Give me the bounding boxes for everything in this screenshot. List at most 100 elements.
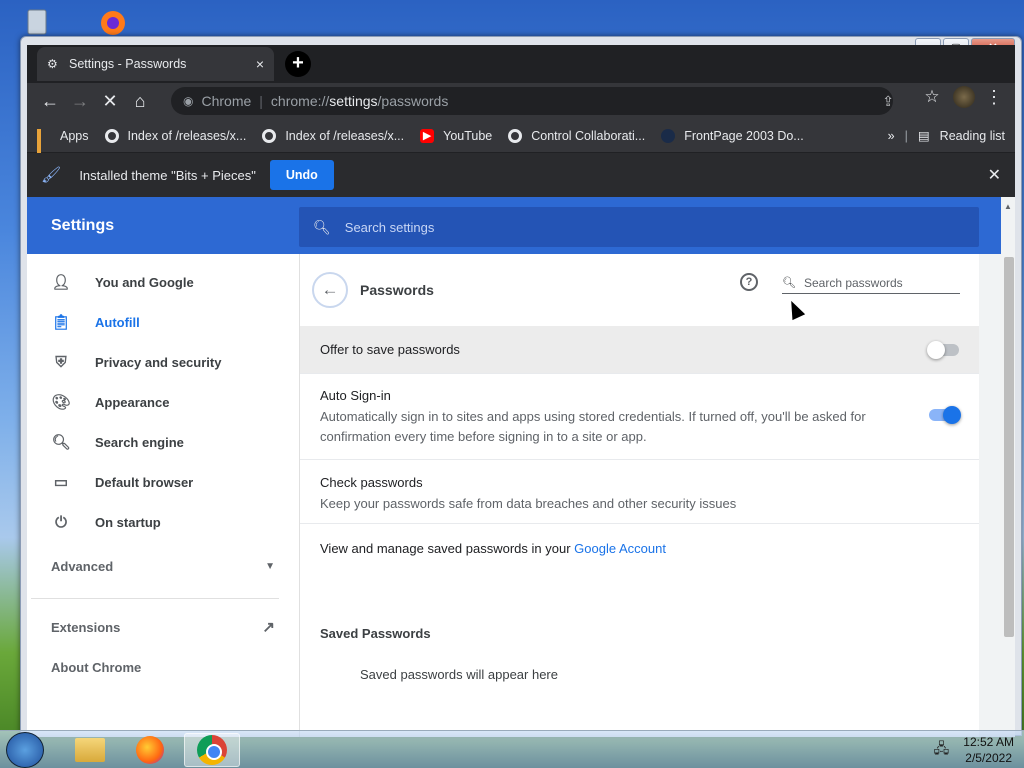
new-tab-button[interactable]: + [285, 51, 311, 77]
undo-button[interactable]: Undo [269, 160, 334, 190]
firefox-desktop-icon[interactable] [96, 6, 130, 36]
check-passwords-description: Keep your passwords safe from data breac… [320, 496, 737, 511]
sidebar-item-default-browser[interactable]: ▭ Default browser [27, 462, 299, 502]
share-icon[interactable]: ⇪ [882, 93, 894, 110]
offer-to-save-label: Offer to save passwords [320, 342, 460, 357]
sidebar-item-label: Default browser [95, 474, 194, 490]
taskbar-explorer[interactable] [62, 733, 118, 767]
profile-avatar[interactable] [953, 86, 975, 108]
taskbar: 🖧︎ 12:52 AM 2/5/2022 [0, 730, 1024, 768]
address-bar[interactable]: ◉ Chrome | chrome://settings/passwords ⇪ [171, 87, 894, 115]
sidebar-item-privacy[interactable]: ⛨ Privacy and security [27, 342, 299, 382]
clock-date: 2/5/2022 [965, 751, 1012, 765]
infobar-message: Installed theme "Bits + Pieces" [79, 167, 256, 183]
bookmark-frontpage[interactable]: FrontPage 2003 Do... [661, 128, 804, 143]
sidebar-item-you-and-google[interactable]: 👤︎ You and Google [27, 262, 299, 302]
gear-icon: ⚙ [47, 57, 58, 71]
bookmark-label: FrontPage 2003 Do... [684, 128, 804, 143]
clipboard-icon: 📋︎ [51, 314, 71, 331]
clock[interactable]: 12:52 AM 2/5/2022 [963, 734, 1014, 766]
auto-signin-row: Auto Sign-in Automatically sign in to si… [300, 374, 979, 460]
sidebar-item-autofill[interactable]: 📋︎ Autofill [27, 302, 299, 342]
manage-passwords-row: View and manage saved passwords in your … [300, 524, 979, 588]
forward-arrow-icon[interactable]: → [65, 86, 95, 116]
tab-close-icon[interactable]: × [256, 56, 264, 72]
offer-to-save-toggle[interactable] [927, 341, 959, 359]
bookmark-star-icon[interactable]: ☆ [917, 87, 947, 107]
toolbar-right: ☆ ⋮ [917, 86, 1007, 108]
start-button[interactable] [6, 732, 44, 768]
reading-list-icon: ▤ [917, 129, 930, 143]
search-passwords-placeholder: Search passwords [803, 275, 903, 290]
bookmark-index-2[interactable]: Index of /releases/x... [262, 128, 404, 143]
sidebar-item-label: You and Google [95, 274, 194, 290]
omnibox-separator: | [259, 93, 263, 109]
recycle-bin-icon[interactable] [20, 6, 54, 36]
bookmarks-right: » | ▤ Reading list [888, 128, 1005, 144]
tab-strip: ⚙ Settings - Passwords × + [27, 45, 1015, 83]
sidebar-advanced[interactable]: Advanced ▼ [27, 542, 299, 590]
scroll-up-icon[interactable]: ▲ [1004, 202, 1012, 211]
url-path: /passwords [377, 93, 449, 109]
check-passwords-row[interactable]: Check passwords Keep your passwords safe… [300, 460, 979, 524]
sidebar-divider [31, 598, 279, 599]
bookmark-youtube[interactable]: ▶ YouTube [420, 128, 492, 143]
home-icon[interactable]: ⌂ [125, 86, 155, 116]
system-tray: 🖧︎ 12:52 AM 2/5/2022 [934, 734, 1014, 766]
chrome-site-icon: ◉ [183, 94, 194, 108]
reading-list-button[interactable]: Reading list [940, 129, 1005, 143]
settings-header: Settings 🔍︎ Search settings [27, 197, 1015, 254]
bookmark-apps[interactable]: Apps [37, 128, 89, 165]
search-icon: 🔍︎ [313, 218, 331, 235]
settings-sidebar: 👤︎ You and Google 📋︎ Autofill ⛨ Privacy … [27, 254, 299, 737]
page-scrollbar[interactable]: ▲ [1001, 197, 1015, 737]
url-prefix: chrome:// [270, 93, 330, 109]
sidebar-extensions[interactable]: Extensions ↗ [27, 607, 299, 647]
sidebar-item-search-engine[interactable]: 🔍︎ Search engine [27, 422, 299, 462]
infobar-close-icon[interactable]: ✕ [988, 165, 1001, 185]
tab-settings[interactable]: ⚙ Settings - Passwords × [37, 47, 274, 81]
chrome-icon [197, 735, 227, 765]
auto-signin-description: Automatically sign in to sites and apps … [320, 409, 866, 444]
bookmark-index-1[interactable]: Index of /releases/x... [104, 128, 246, 143]
toolbar: ← → ✕ ⌂ ◉ Chrome | chrome://settings/pas… [27, 83, 1015, 119]
browser-window: ▁ ▢ ✕ ⚙ Settings - Passwords × + ← → ✕ ⌂… [20, 36, 1022, 737]
more-bookmarks-icon[interactable]: » [888, 129, 895, 143]
sidebar-about-chrome[interactable]: About Chrome [27, 647, 299, 687]
settings-title: Settings [51, 217, 115, 234]
passwords-panel: ← Passwords ? 🔍︎ Search passwords Offer … [299, 254, 979, 737]
back-arrow-icon[interactable]: ← [35, 86, 65, 116]
google-account-link[interactable]: Google Account [574, 541, 666, 556]
auto-signin-toggle[interactable] [929, 406, 961, 424]
offer-to-save-row[interactable]: Offer to save passwords [300, 326, 979, 374]
youtube-icon: ▶ [420, 128, 435, 143]
help-icon[interactable]: ? [740, 273, 758, 291]
firefox-icon [136, 736, 164, 764]
sidebar-item-label: Autofill [95, 314, 140, 330]
scroll-thumb[interactable] [1004, 257, 1014, 637]
taskbar-firefox[interactable] [122, 733, 178, 767]
sidebar-item-appearance[interactable]: 🎨︎ Appearance [27, 382, 299, 422]
check-passwords-label: Check passwords [320, 475, 423, 490]
browser-icon: ▭ [53, 474, 69, 491]
network-icon[interactable]: 🖧︎ [934, 738, 950, 762]
auto-signin-label: Auto Sign-in [320, 388, 391, 403]
bookmarks-divider: | [904, 128, 908, 143]
sidebar-item-label: Privacy and security [95, 354, 222, 370]
saved-passwords-heading: Saved Passwords [320, 626, 431, 641]
back-arrow-icon[interactable]: ← [312, 272, 348, 308]
chrome-browser: ⚙ Settings - Passwords × + ← → ✕ ⌂ ◉ Chr… [27, 45, 1015, 737]
settings-search-placeholder: Search settings [344, 219, 435, 235]
settings-search-input[interactable]: 🔍︎ Search settings [299, 207, 979, 247]
bookmarks-bar: Apps Index of /releases/x... Index of /r… [27, 119, 1015, 165]
taskbar-chrome[interactable] [184, 733, 240, 767]
bookmark-control-collaboration[interactable]: Control Collaborati... [508, 128, 645, 143]
sidebar-item-on-startup[interactable]: ⏻ On startup [27, 502, 299, 542]
frontpage-icon [661, 128, 676, 143]
globe-icon [262, 128, 277, 143]
menu-kebab-icon[interactable]: ⋮ [981, 87, 1007, 108]
passwords-header: ← Passwords ? 🔍︎ Search passwords [300, 254, 979, 326]
manage-passwords-text: View and manage saved passwords in your [320, 541, 575, 556]
search-passwords-input[interactable]: 🔍︎ Search passwords [782, 272, 960, 294]
stop-loading-icon[interactable]: ✕ [95, 86, 125, 116]
